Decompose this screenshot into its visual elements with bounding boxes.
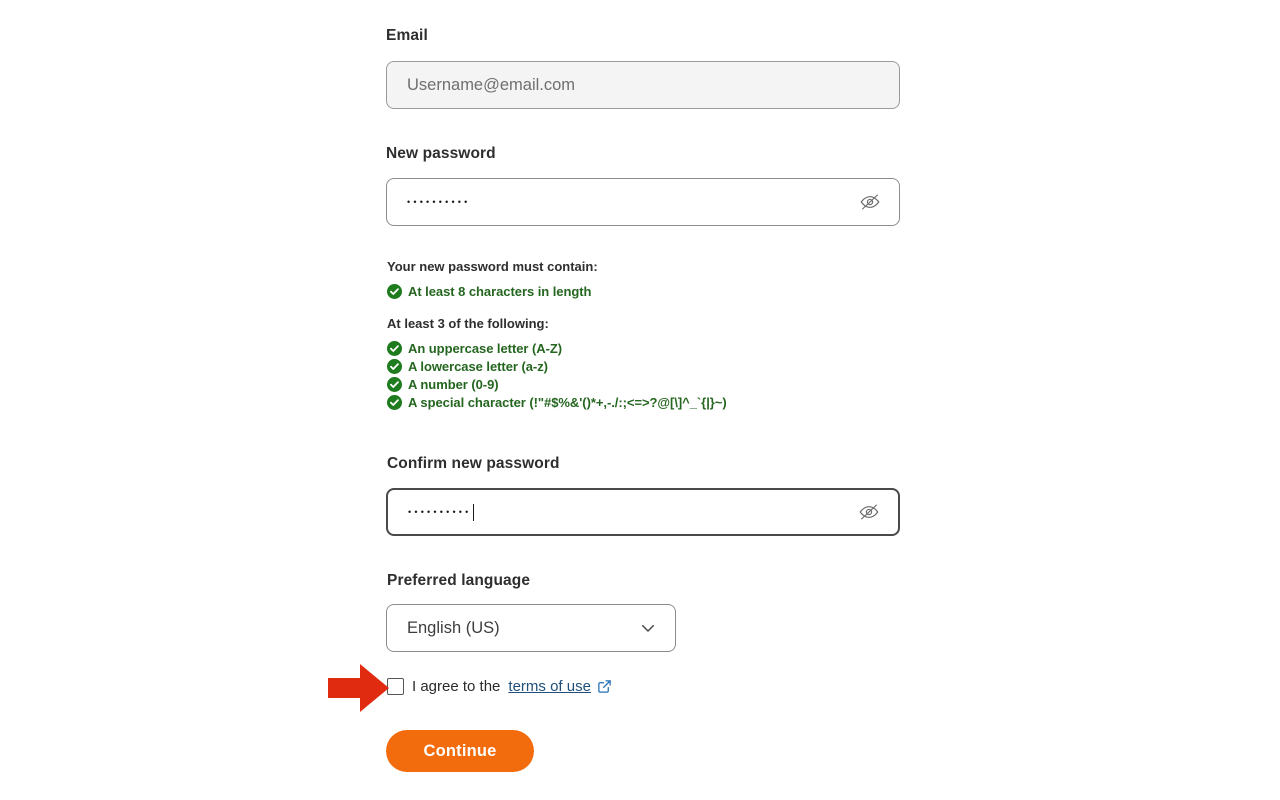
password-rule-item: A lowercase letter (a-z)	[387, 359, 727, 374]
confirm-password-label: Confirm new password	[387, 455, 560, 472]
password-rule-label: A number (0-9)	[408, 377, 499, 392]
check-circle-icon	[387, 284, 402, 299]
password-rule-item: A special character (!"#$%&'()*+,-./:;<=…	[387, 395, 727, 410]
continue-button[interactable]: Continue	[386, 730, 534, 772]
password-rules-primary-list: At least 8 characters in length	[387, 281, 591, 299]
agreement-row: I agree to the terms of use	[387, 678, 612, 695]
preferred-language-label: Preferred language	[387, 572, 531, 589]
preferred-language-select[interactable]: English (US)	[386, 604, 676, 652]
terms-of-use-link[interactable]: terms of use	[508, 678, 591, 695]
check-circle-icon	[387, 341, 402, 356]
chevron-down-icon	[642, 625, 654, 632]
email-input[interactable]: Username@email.com	[386, 61, 900, 109]
check-circle-icon	[387, 395, 402, 410]
password-rules-subheading: At least 3 of the following:	[387, 316, 549, 331]
text-cursor	[472, 503, 474, 521]
check-circle-icon	[387, 359, 402, 374]
password-rules-secondary-list: An uppercase letter (A-Z) A lowercase le…	[387, 338, 727, 410]
agreement-text: I agree to the	[412, 678, 501, 695]
new-password-input[interactable]: ••••••••••	[386, 178, 900, 226]
eye-off-icon[interactable]	[858, 501, 880, 523]
password-rule-label: A special character (!"#$%&'()*+,-./:;<=…	[408, 395, 727, 410]
external-link-icon[interactable]	[597, 679, 612, 694]
new-password-value: ••••••••••	[407, 196, 471, 207]
agreement-checkbox[interactable]	[387, 678, 404, 695]
password-rule-label: A lowercase letter (a-z)	[408, 359, 548, 374]
preferred-language-value: English (US)	[407, 618, 500, 637]
confirm-password-input[interactable]: ••••••••••	[386, 488, 900, 536]
password-rule-label: An uppercase letter (A-Z)	[408, 341, 563, 356]
password-rule-item: An uppercase letter (A-Z)	[387, 341, 727, 356]
password-rules-heading: Your new password must contain:	[387, 259, 598, 274]
check-circle-icon	[387, 377, 402, 392]
right-arrow-annotation	[328, 664, 389, 712]
confirm-password-value: ••••••••••	[408, 506, 472, 517]
email-placeholder: Username@email.com	[407, 75, 576, 94]
password-rule-item: A number (0-9)	[387, 377, 727, 392]
email-label: Email	[386, 27, 428, 44]
new-password-label: New password	[386, 145, 496, 162]
password-rule-item: At least 8 characters in length	[387, 284, 591, 299]
password-rule-label: At least 8 characters in length	[408, 284, 592, 299]
eye-off-icon[interactable]	[859, 191, 881, 213]
